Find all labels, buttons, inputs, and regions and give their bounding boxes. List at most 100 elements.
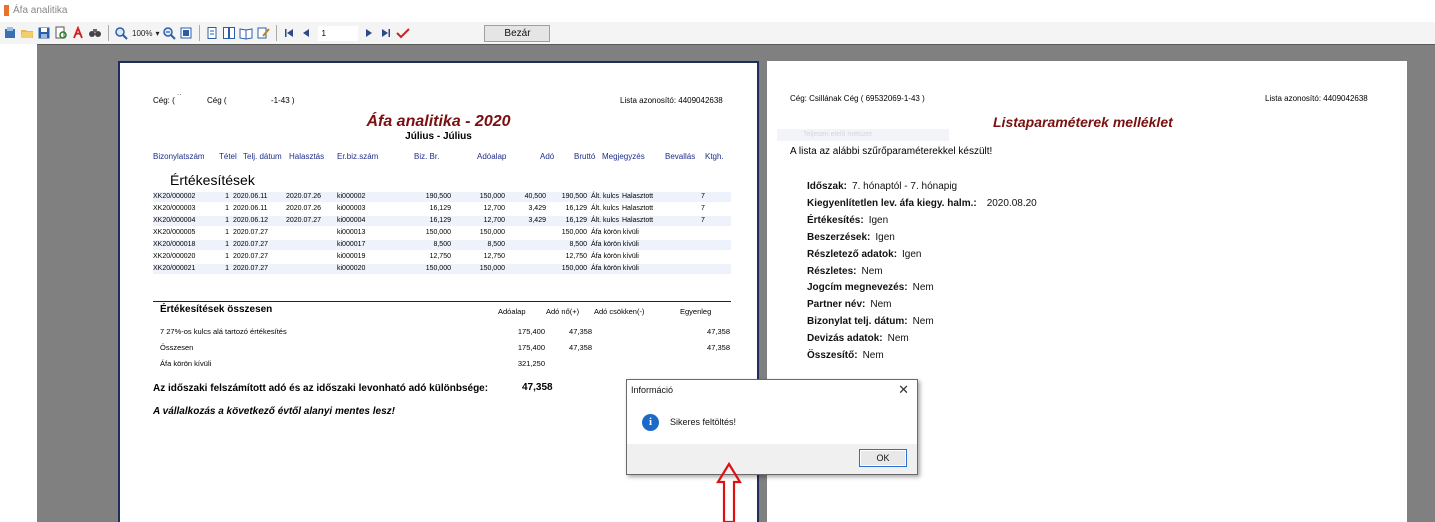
summary-line-base: 175,400 (517, 343, 545, 352)
section-title: Értékesítések (170, 172, 255, 188)
summary-line-label: Összesen (160, 343, 194, 352)
cell-decl: 7 (701, 205, 705, 212)
company-label: Cég: Csillának Cég ( 69532069-1-43 ) (790, 94, 925, 103)
open-folder-icon[interactable] (19, 24, 35, 42)
cell-item: 1 (225, 193, 229, 200)
toolbar-separator (199, 25, 201, 41)
cell-orig: ki000020 (337, 265, 366, 272)
cell-note: Ált. kulcs (591, 217, 620, 224)
cell-orig: ki000004 (337, 217, 366, 224)
zoom-in-icon[interactable] (113, 24, 129, 42)
parameter-value: Igen (868, 214, 889, 226)
cell-gross-doc: 16,129 (429, 205, 451, 212)
zoom-out-icon[interactable] (161, 24, 177, 42)
window-title: Áfa analitika (13, 4, 68, 16)
parameter-value: 2020.08.20 (986, 197, 1037, 209)
cell-defer: 2020.07.26 (286, 193, 322, 200)
summary-line-balance: 47,358 (707, 327, 730, 336)
cell-base: 8,500 (487, 241, 505, 248)
previous-page-icon[interactable] (298, 24, 314, 42)
summary-line-plus: 47,358 (569, 327, 592, 336)
parameter-item: Összesítő: Nem (807, 350, 884, 361)
info-icon: i (642, 414, 659, 431)
parameter-item: Beszerzések: Igen (807, 232, 895, 243)
cell-gross-doc: 150,000 (425, 265, 451, 272)
parameter-label: Kiegyenlítetlen lev. áfa kiegy. halm.: (807, 197, 977, 209)
table-row: XK20/000018 1 2020.07.27 ki000017 8,500 8,500… (153, 240, 731, 250)
table-row: XK20/000003 1 2020.06.11 2020.07.26 ki000003… (153, 204, 731, 214)
save-icon[interactable] (36, 24, 52, 42)
summary-line-base: 321,250 (517, 359, 545, 368)
cell-gross-doc: 16,129 (429, 217, 451, 224)
cell-base: 150,000 (479, 229, 505, 236)
summary-line-label: Áfa körön kívüli (160, 359, 212, 368)
cell-gross-doc: 190,500 (425, 193, 451, 200)
summary-col-base: Adóalap (498, 307, 526, 316)
close-button[interactable]: Bezár (484, 24, 551, 42)
info-dialog: Információ ✕ i Sikeres feltöltés! OK (626, 379, 918, 475)
dialog-message: Sikeres feltöltés! (670, 417, 737, 427)
cell-doc: XK20/000005 (153, 229, 196, 236)
parameter-item: Részletes: Nem (807, 266, 883, 277)
column-header-cost: Ktgh. (705, 152, 724, 161)
checkmark-icon[interactable] (395, 24, 411, 42)
next-page-icon[interactable] (361, 24, 377, 42)
parameter-item: Részletező adatok: Igen (807, 249, 922, 260)
ghost-overlay: Teljesen elelő metszet (777, 129, 949, 141)
cell-doc: XK20/000018 (153, 241, 196, 248)
cell-note: Ált. kulcs (591, 205, 620, 212)
cell-note: Áfa körön kívüli (591, 253, 639, 260)
report-title: Listaparaméterek melléklet (993, 114, 1173, 130)
exempt-note: A vállalkozás a következő évtől alanyi m… (153, 406, 395, 417)
single-page-icon[interactable] (204, 24, 220, 42)
list-id: Lista azonosító: 4409042638 (1265, 94, 1368, 103)
last-page-icon[interactable] (378, 24, 394, 42)
cell-decl: 7 (701, 193, 705, 200)
parameter-label: Részletező adatok: (807, 248, 898, 260)
parameter-label: Beszerzések: (807, 231, 871, 243)
edit-page-icon[interactable] (255, 24, 271, 42)
cell-gross: 16,129 (565, 205, 587, 212)
table-row: XK20/000021 1 2020.07.27 ki000020 150,000 150… (153, 264, 731, 274)
zoom-select[interactable]: 100% ▾ (130, 25, 161, 41)
column-header-note: Megjegyzés (602, 152, 645, 161)
cell-gross-doc: 12,750 (429, 253, 451, 260)
cell-doc: XK20/000002 (153, 193, 196, 200)
cell-item: 1 (225, 265, 229, 272)
cell-orig: ki000013 (337, 229, 366, 236)
book-view-icon[interactable] (238, 24, 254, 42)
fit-page-icon[interactable] (178, 24, 194, 42)
cell-orig: ki000019 (337, 253, 366, 260)
pdf-export-icon[interactable] (70, 24, 86, 42)
cell-item: 1 (225, 205, 229, 212)
print-preview-icon[interactable] (53, 24, 69, 42)
cell-tax: 3,429 (528, 217, 546, 224)
up-arrow-annotation (716, 462, 742, 522)
parameter-item: Időszak: 7. hónaptól - 7. hónapig (807, 181, 957, 192)
cell-date: 2020.07.27 (233, 241, 269, 248)
ok-button[interactable]: OK (859, 449, 907, 467)
find-icon[interactable] (87, 24, 103, 42)
chevron-down-icon: ▾ (155, 28, 160, 38)
toolbar: 100% ▾ Bezár (0, 22, 1435, 44)
page-number-input[interactable] (318, 25, 359, 41)
cell-date: 2020.06.11 (233, 205, 268, 212)
cell-orig: ki000017 (337, 241, 366, 248)
summary-col-minus: Adó csökken(-) (594, 307, 645, 316)
new-icon[interactable] (2, 24, 18, 42)
cell-orig: ki000002 (337, 193, 366, 200)
cell-tax: 3,429 (528, 205, 546, 212)
table-row: XK20/000005 1 2020.07.27 ki000013 150,000 150… (153, 228, 731, 238)
parameter-value: Igen (902, 248, 922, 260)
report-title: Áfa analitika - 2020 (366, 113, 511, 130)
report-viewer-window: Áfa analitika 100% ▾ Bezár Cég: ( (0, 0, 1435, 522)
parameter-value: Igen (875, 231, 895, 243)
close-icon[interactable]: ✕ (898, 382, 909, 398)
column-header-base: Adóalap (477, 152, 507, 161)
company-name: Cég ( (207, 96, 227, 105)
table-row: XK20/000002 1 2020.06.11 2020.07.26 ki000002… (153, 192, 731, 202)
multi-page-icon[interactable] (221, 24, 237, 42)
cell-item: 1 (225, 241, 229, 248)
first-page-icon[interactable] (281, 24, 297, 42)
column-header-item: Tétel (219, 152, 237, 161)
